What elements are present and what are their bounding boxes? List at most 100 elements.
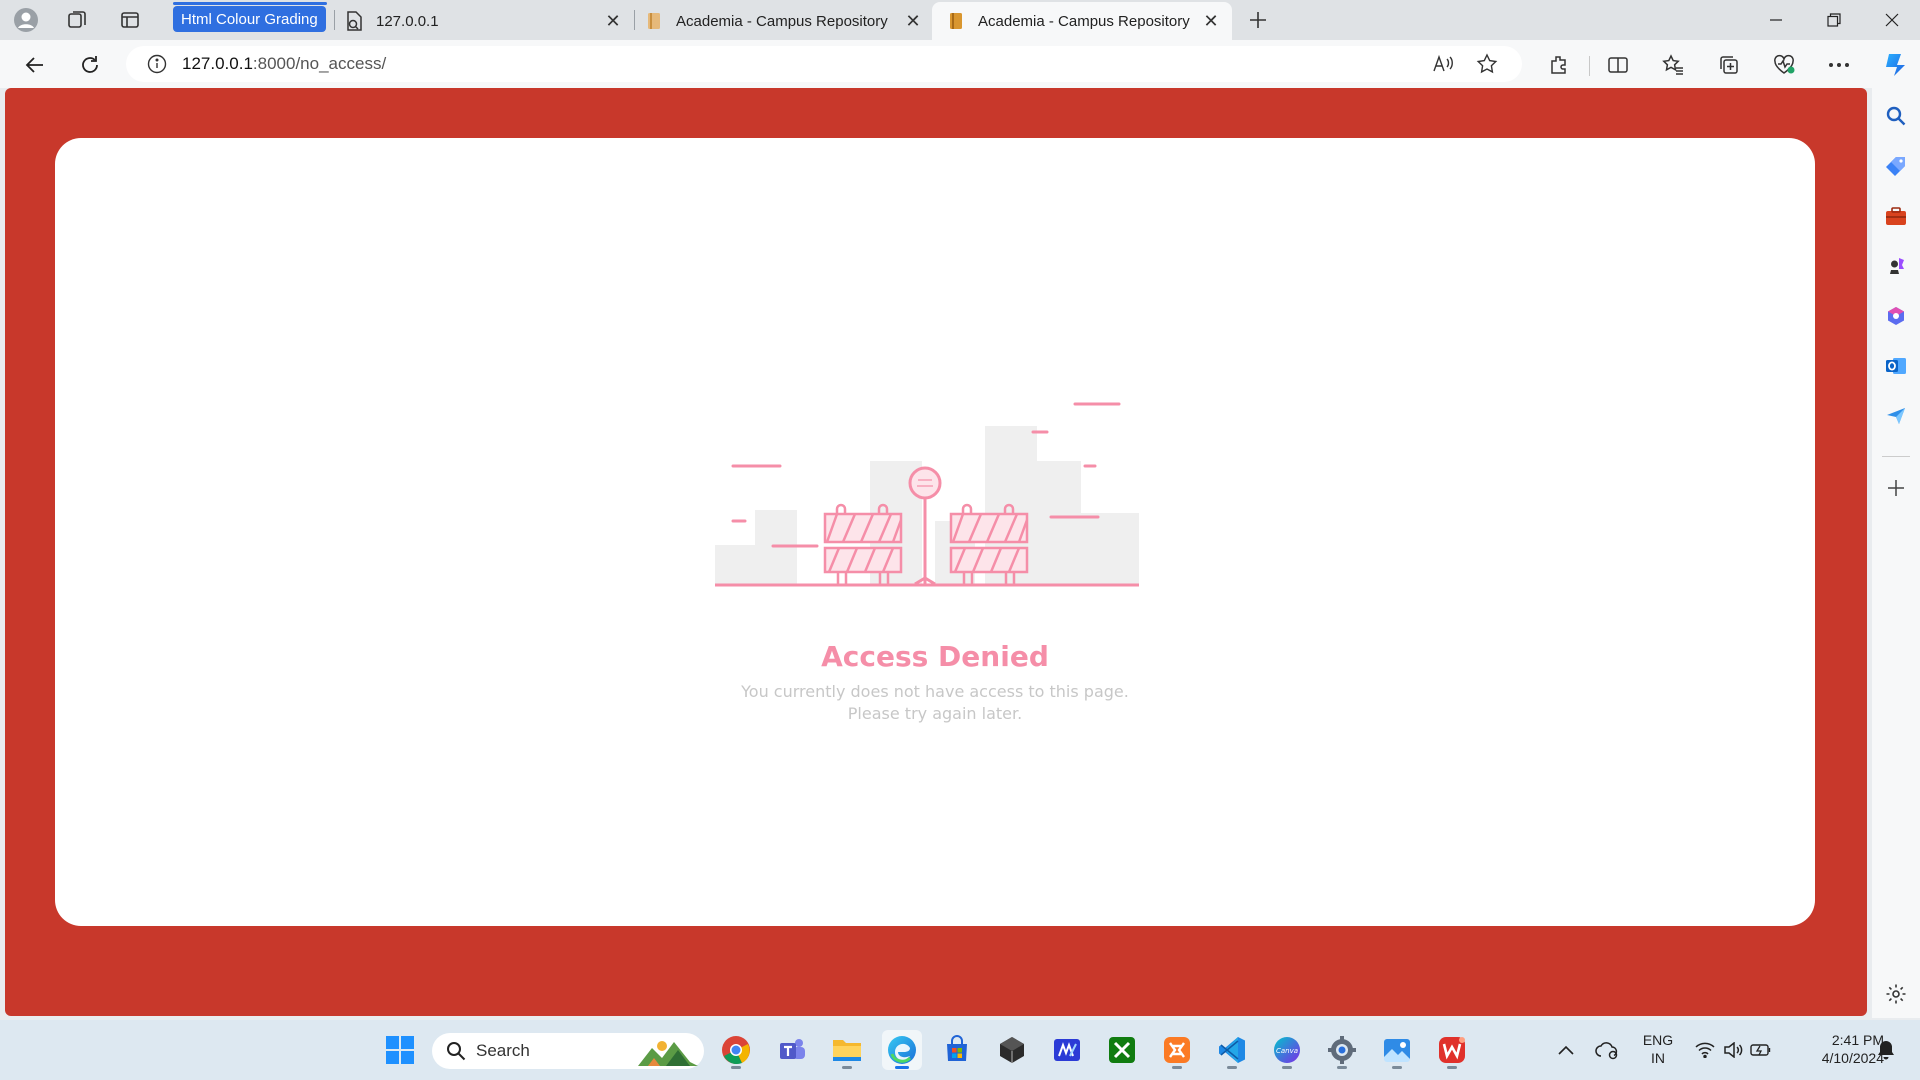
refresh-button[interactable] [73,48,107,82]
mathpix-icon[interactable] [1047,1030,1087,1070]
page-icon [344,11,364,31]
running-indicator [1227,1066,1237,1069]
settings-gear-icon[interactable] [1322,1030,1362,1070]
minimize-button[interactable] [1748,0,1804,40]
edge-sidebar [1872,88,1920,1018]
photos-icon[interactable] [1377,1030,1417,1070]
tab-group-chip[interactable]: Html Colour Grading [173,6,326,32]
search-icon [446,1041,466,1061]
language-code: ENG [1642,1032,1674,1048]
clock[interactable]: 2:41 PM 4/10/2024 [1788,1031,1884,1067]
toolbar-separator [1589,56,1590,76]
running-indicator [1392,1066,1402,1069]
tab-actions-icon[interactable] [114,4,146,36]
access-denied-card: Access Denied You currently does not hav… [55,138,1815,926]
tab-title: Academia - Campus Repository [978,12,1190,30]
battery-charging-icon[interactable] [1748,1030,1774,1070]
running-indicator [1447,1066,1457,1069]
teams-icon[interactable] [772,1030,812,1070]
favorite-star-icon[interactable] [1474,51,1500,77]
vscode-icon[interactable] [1212,1030,1252,1070]
chevron-up-icon[interactable] [1552,1030,1580,1070]
clock-time: 2:41 PM [1831,1032,1884,1048]
sidebar-separator [1882,456,1910,457]
tab-localhost[interactable]: 127.0.0.1 ✕ [344,2,634,40]
tab-separator [334,10,335,30]
xbox-icon[interactable] [1102,1030,1142,1070]
wifi-icon[interactable] [1692,1030,1718,1070]
profile-icon[interactable] [10,4,42,36]
tab-academia-active[interactable]: Academia - Campus Repository ✕ [932,2,1232,40]
page-title: Access Denied [821,640,1049,673]
navigation-bar: 127.0.0.1:8000/no_access/ [0,40,1920,88]
games-chess-icon[interactable] [1880,250,1912,282]
more-options-icon[interactable] [1823,49,1855,81]
close-icon[interactable]: ✕ [602,10,624,32]
send-drop-icon[interactable] [1880,400,1912,432]
restore-button[interactable] [1806,0,1862,40]
outlook-icon[interactable] [1880,350,1912,382]
roadblock-illustration [715,402,1139,587]
microsoft-store-icon[interactable] [937,1030,977,1070]
favorites-icon[interactable] [1657,49,1689,81]
tab-strip: Html Colour Grading 127.0.0.1 ✕ Academia… [0,0,1920,40]
read-aloud-icon[interactable] [1430,51,1456,77]
notification-bell-icon[interactable] [1872,1030,1900,1070]
page-viewport: Access Denied You currently does not hav… [5,88,1867,1016]
shopping-tag-icon[interactable] [1880,150,1912,182]
tab-title: Academia - Campus Repository [676,12,888,30]
xampp-icon[interactable] [1157,1030,1197,1070]
running-indicator [731,1066,741,1069]
back-button[interactable] [18,48,52,82]
edge-icon[interactable] [882,1030,922,1070]
search-icon[interactable] [1880,100,1912,132]
message-line-1: You currently does not have access to th… [741,682,1129,701]
url-path: :8000/no_access/ [252,54,387,73]
book-icon [946,11,966,31]
file-explorer-icon[interactable] [827,1030,867,1070]
windows-taskbar: Search Canva ENG IN 2:41 PM 4/10/2024 [0,1020,1920,1080]
running-indicator [895,1066,909,1069]
taskbar-search[interactable]: Search [432,1033,704,1069]
close-icon[interactable]: ✕ [1200,10,1222,32]
browser-essentials-icon[interactable] [1768,49,1800,81]
url-host: 127.0.0.1 [182,54,253,73]
running-indicator [1337,1066,1347,1069]
tab-group-indicator [173,2,327,5]
wps-office-icon[interactable] [1432,1030,1472,1070]
clock-date: 4/10/2024 [1821,1050,1884,1066]
canva-icon[interactable]: Canva [1267,1030,1307,1070]
svg-text:Canva: Canva [1276,1047,1298,1055]
extensions-icon[interactable] [1543,49,1575,81]
info-icon[interactable] [146,53,168,75]
tab-academia-1[interactable]: Academia - Campus Repository ✕ [644,2,934,40]
close-window-button[interactable] [1864,0,1920,40]
volume-icon[interactable] [1720,1030,1746,1070]
tab-separator [634,10,635,30]
m365-icon[interactable] [1880,300,1912,332]
language-indicator[interactable]: ENG IN [1638,1031,1678,1067]
tools-briefcase-icon[interactable] [1880,200,1912,232]
chrome-icon[interactable] [716,1030,756,1070]
windows-start-icon[interactable] [380,1030,420,1070]
running-indicator [842,1066,852,1069]
collections-icon[interactable] [1713,49,1745,81]
search-label: Search [476,1041,530,1060]
split-screen-icon[interactable] [1602,49,1634,81]
book-icon [644,11,664,31]
running-indicator [1172,1066,1182,1069]
tab-title: 127.0.0.1 [376,12,439,30]
message-line-2: Please try again later. [847,704,1023,723]
onedrive-sync-icon[interactable] [1592,1030,1624,1070]
workspaces-icon[interactable] [61,4,93,36]
sidebar-settings-gear-icon[interactable] [1880,978,1912,1010]
add-sidebar-app-icon[interactable] [1880,472,1912,504]
region-code: IN [1651,1050,1665,1066]
running-indicator [1282,1066,1292,1069]
unity-hub-icon[interactable] [992,1030,1032,1070]
new-tab-icon[interactable] [1242,4,1274,36]
close-icon[interactable]: ✕ [902,10,924,32]
address-bar[interactable]: 127.0.0.1:8000/no_access/ [126,46,1522,82]
copilot-icon[interactable] [1878,49,1910,81]
search-highlight-icon [638,1036,698,1071]
